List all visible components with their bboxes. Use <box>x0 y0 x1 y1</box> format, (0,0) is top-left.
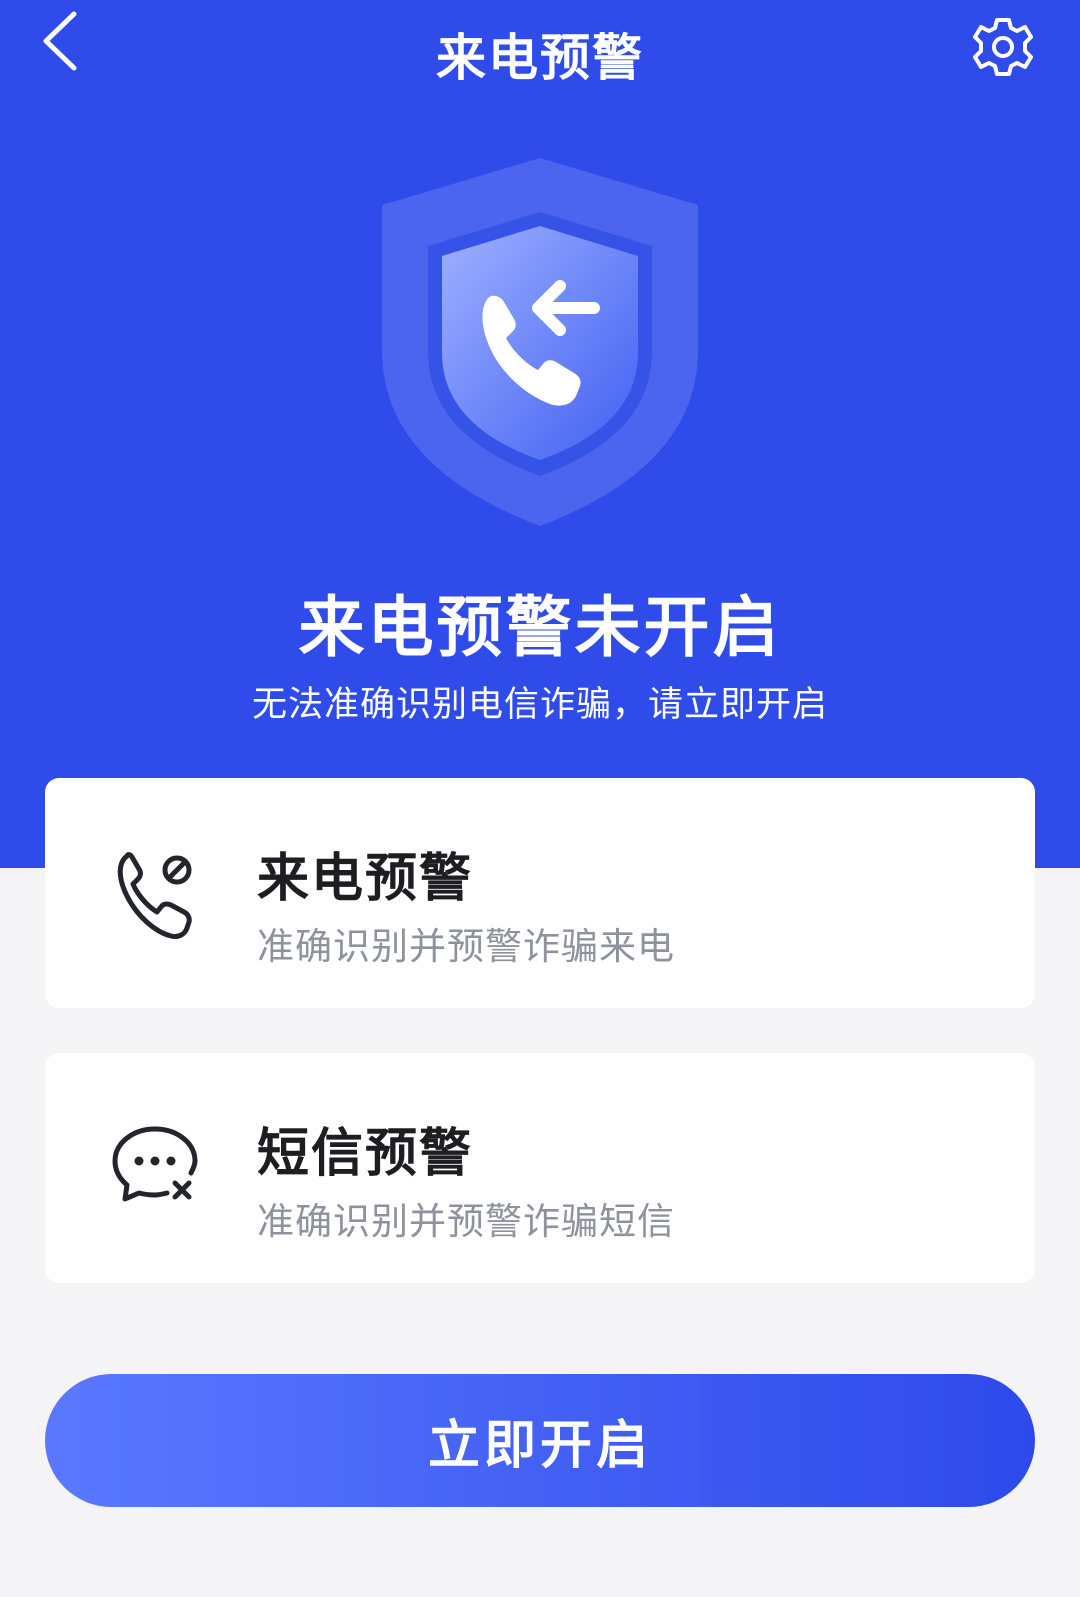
page-title: 来电预警 <box>436 29 644 87</box>
hero-banner: 来电预警 来电预警未开启 无法准确识别电信诈骗，请立即开启 <box>0 0 1080 868</box>
gear-icon <box>973 18 1033 76</box>
message-block-icon <box>105 1117 205 1217</box>
card-title: 短信预警 <box>257 1124 474 1184</box>
card-title: 来电预警 <box>257 849 474 909</box>
status-subtitle: 无法准确识别电信诈骗，请立即开启 <box>251 685 828 725</box>
sms-warning-card[interactable]: 短信预警 准确识别并预警诈骗短信 <box>45 1053 1035 1283</box>
enable-now-button[interactable]: 立即开启 <box>45 1374 1035 1507</box>
call-warning-card[interactable]: 来电预警 准确识别并预警诈骗来电 <box>45 778 1035 1008</box>
status-title: 来电预警未开启 <box>298 589 782 666</box>
card-description: 准确识别并预警诈骗来电 <box>257 925 675 968</box>
call-block-icon <box>105 842 205 942</box>
settings-button[interactable] <box>970 14 1036 80</box>
card-description: 准确识别并预警诈骗短信 <box>257 1200 675 1243</box>
shield-incoming-call-icon <box>360 150 720 540</box>
